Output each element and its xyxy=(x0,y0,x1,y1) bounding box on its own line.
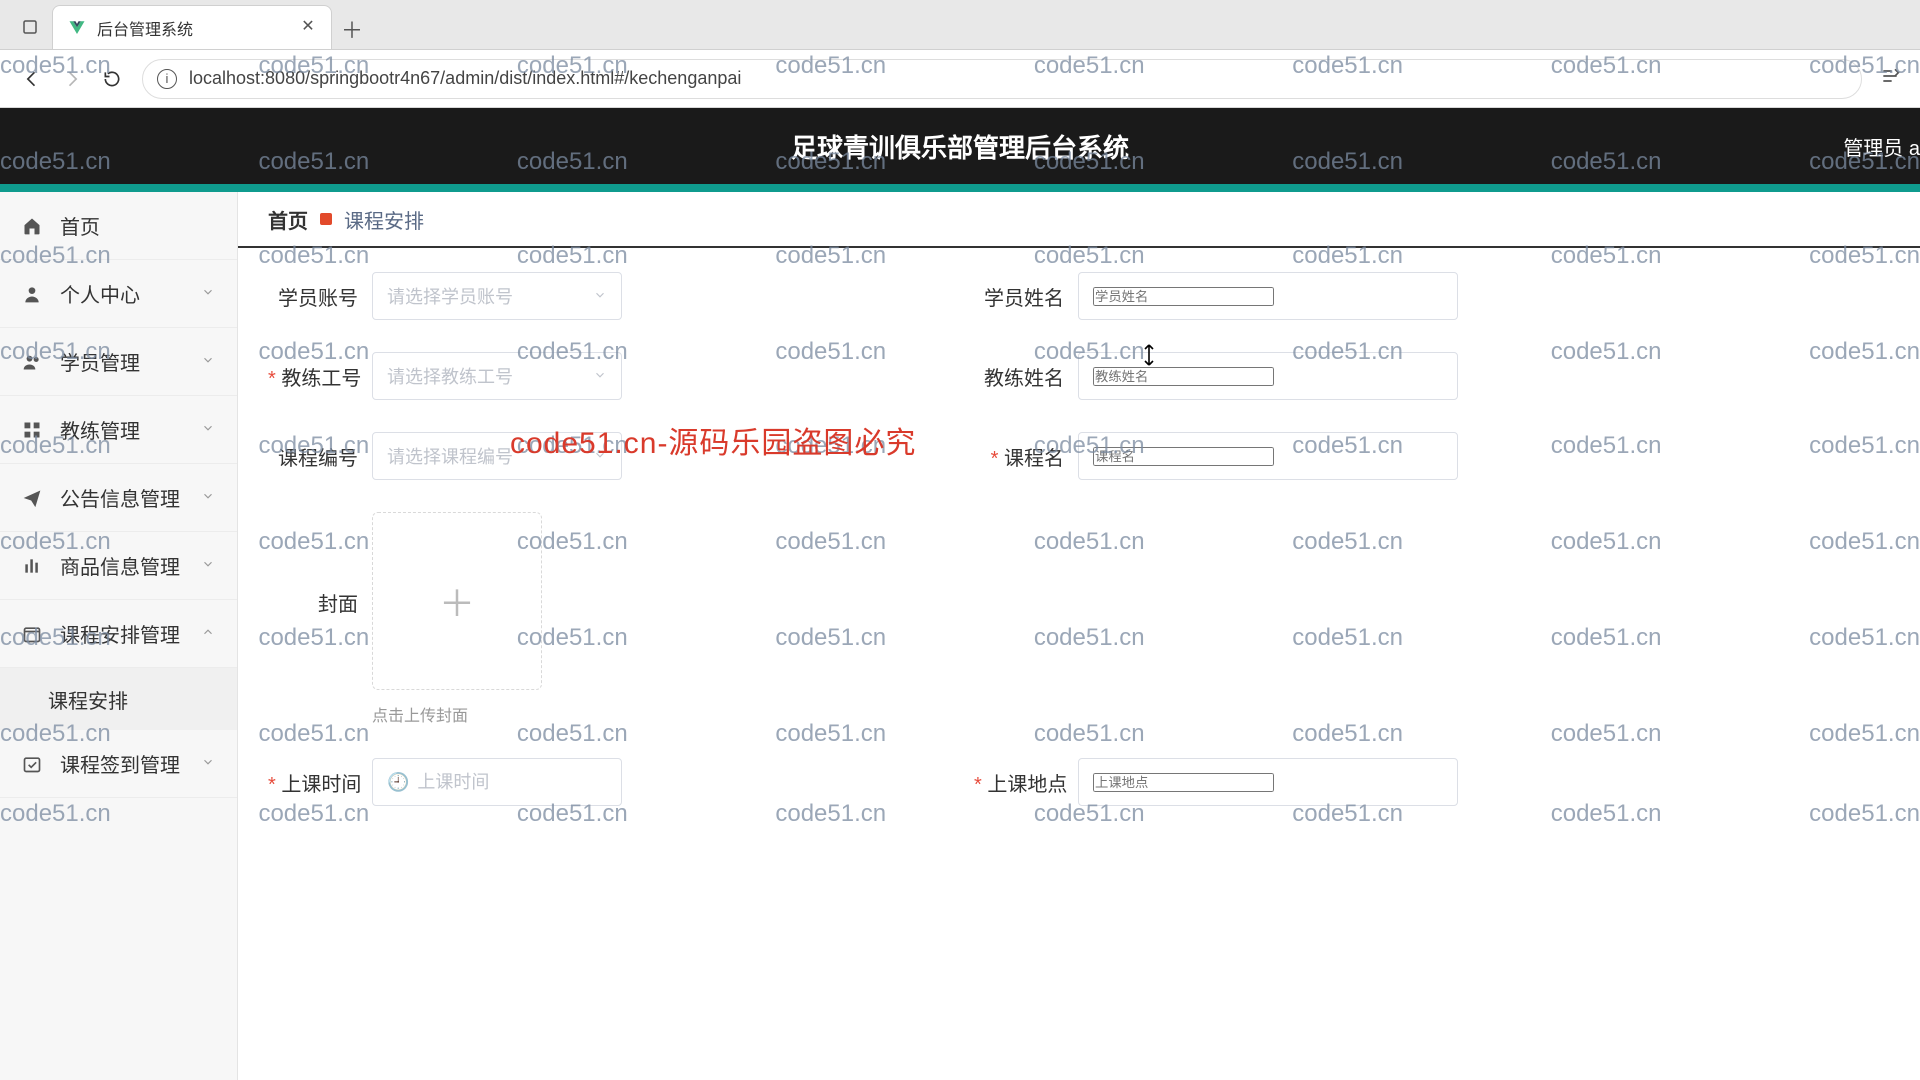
sidebar-item-home[interactable]: 首页 xyxy=(0,192,237,260)
sidebar-item-profile[interactable]: 个人中心 xyxy=(0,260,237,328)
sidebar-item-students[interactable]: 学员管理 xyxy=(0,328,237,396)
new-tab-button[interactable]: ＋ xyxy=(332,9,372,49)
sidebar: 首页 个人中心 学员管理 教练管理 公告信息管理 商品信息管理 xyxy=(0,192,238,1080)
url-text: localhost:8080/springbootr4n67/admin/dis… xyxy=(189,68,741,89)
tab-close-icon[interactable]: ✕ xyxy=(299,19,317,37)
sidebar-item-label: 公告信息管理 xyxy=(60,483,201,512)
sidebar-item-checkin-mgmt[interactable]: 课程签到管理 xyxy=(0,730,237,798)
bars-icon xyxy=(22,556,48,576)
upload-tip: 点击上传封面 xyxy=(372,702,542,726)
nav-forward-button xyxy=(52,59,92,99)
chevron-down-icon xyxy=(201,282,215,305)
label-course-no: 课程编号 xyxy=(268,442,358,471)
chevron-down-icon xyxy=(593,366,607,387)
sidebar-item-label: 课程安排管理 xyxy=(60,619,201,648)
chevron-down-icon xyxy=(593,446,607,467)
chevron-down-icon xyxy=(201,418,215,441)
upload-cover[interactable]: ＋ xyxy=(372,512,542,690)
sidebar-item-label: 课程安排 xyxy=(48,685,215,714)
select-coach-id[interactable]: 请选择教练工号 xyxy=(372,352,622,400)
label-student-account: 学员账号 xyxy=(268,282,358,311)
select-course-no[interactable]: 请选择课程编号 xyxy=(372,432,622,480)
breadcrumb-separator-icon xyxy=(320,213,332,225)
chevron-up-icon xyxy=(201,622,215,645)
sidebar-item-schedule-mgmt[interactable]: 课程安排管理 xyxy=(0,600,237,668)
sidebar-item-label: 首页 xyxy=(60,211,215,240)
site-info-icon[interactable]: i xyxy=(157,69,177,89)
input-course-name[interactable] xyxy=(1078,432,1458,480)
course-schedule-form: 学员账号 请选择学员账号 学员姓名 教练工号 请 xyxy=(238,272,1920,806)
reader-mode-icon[interactable] xyxy=(1872,66,1908,91)
user-icon xyxy=(22,284,48,304)
chevron-down-icon xyxy=(201,752,215,775)
grid-icon xyxy=(22,420,48,440)
label-course-name: 课程名 xyxy=(974,442,1064,471)
browser-tab-active[interactable]: 后台管理系统 ✕ xyxy=(52,5,332,49)
sidebar-item-products[interactable]: 商品信息管理 xyxy=(0,532,237,600)
home-icon xyxy=(22,216,48,236)
breadcrumb-current: 课程安排 xyxy=(344,205,424,234)
label-coach-name: 教练姓名 xyxy=(974,362,1064,391)
label-class-place: 上课地点 xyxy=(974,768,1064,797)
input-student-name[interactable] xyxy=(1078,272,1458,320)
sidebar-item-coaches[interactable]: 教练管理 xyxy=(0,396,237,464)
sidebar-item-label: 个人中心 xyxy=(60,279,201,308)
browser-tab-title: 后台管理系统 xyxy=(97,16,299,40)
window-control-icon[interactable] xyxy=(8,5,52,49)
chevron-down-icon xyxy=(593,286,607,307)
nav-refresh-button[interactable] xyxy=(92,59,132,99)
input-class-time[interactable]: 🕘 xyxy=(372,758,622,806)
sidebar-item-label: 教练管理 xyxy=(60,415,201,444)
breadcrumb-home[interactable]: 首页 xyxy=(268,205,308,234)
input-class-place[interactable] xyxy=(1078,758,1458,806)
accent-bar xyxy=(0,184,1920,192)
nav-back-button[interactable] xyxy=(12,59,52,99)
url-field[interactable]: i localhost:8080/springbootr4n67/admin/d… xyxy=(142,59,1862,99)
label-cover: 封面 xyxy=(268,588,358,617)
browser-tab-strip: 后台管理系统 ✕ ＋ xyxy=(0,0,1920,50)
app-header: 足球青训俱乐部管理后台系统 管理员 a xyxy=(0,108,1920,184)
breadcrumb: 首页 课程安排 xyxy=(238,192,1920,248)
chevron-down-icon xyxy=(201,554,215,577)
main-content: 首页 课程安排 学员账号 请选择学员账号 学员姓名 xyxy=(238,192,1920,1080)
sidebar-subitem-schedule[interactable]: 课程安排 xyxy=(0,668,237,730)
vue-favicon-icon xyxy=(67,18,87,38)
chevron-down-icon xyxy=(201,350,215,373)
label-coach-id: 教练工号 xyxy=(268,362,358,391)
clock-icon: 🕘 xyxy=(387,772,409,793)
calendar-icon xyxy=(22,624,48,644)
input-coach-name[interactable] xyxy=(1078,352,1458,400)
send-icon xyxy=(22,488,48,508)
sidebar-item-label: 课程签到管理 xyxy=(60,749,201,778)
check-icon xyxy=(22,754,48,774)
label-class-time: 上课时间 xyxy=(268,768,358,797)
sidebar-item-label: 商品信息管理 xyxy=(60,551,201,580)
plus-icon: ＋ xyxy=(439,575,475,627)
users-icon xyxy=(22,352,48,372)
current-user-label: 管理员 a xyxy=(1843,132,1920,161)
app-title: 足球青训俱乐部管理后台系统 xyxy=(791,128,1129,165)
chevron-down-icon xyxy=(201,486,215,509)
select-student-account[interactable]: 请选择学员账号 xyxy=(372,272,622,320)
sidebar-item-label: 学员管理 xyxy=(60,347,201,376)
browser-address-bar: i localhost:8080/springbootr4n67/admin/d… xyxy=(0,50,1920,108)
label-student-name: 学员姓名 xyxy=(974,282,1064,311)
sidebar-item-announcements[interactable]: 公告信息管理 xyxy=(0,464,237,532)
